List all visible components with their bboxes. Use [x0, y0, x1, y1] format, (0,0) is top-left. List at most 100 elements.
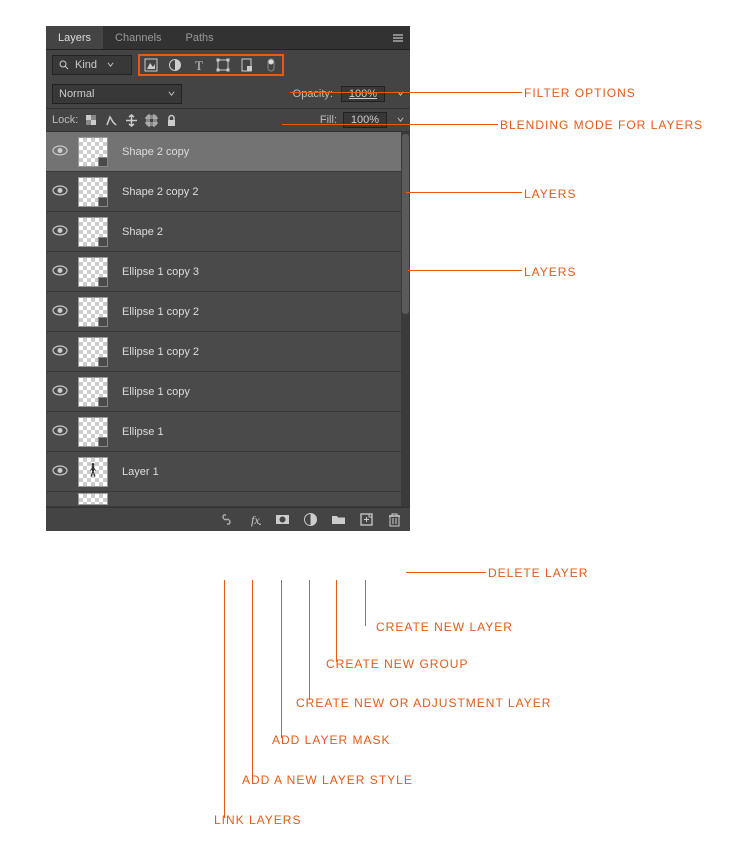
new-layer-icon[interactable] — [358, 512, 374, 528]
shape-badge-icon — [98, 397, 108, 407]
shape-badge-icon — [98, 277, 108, 287]
chevron-down-icon — [107, 59, 114, 71]
filter-kind-label: Kind — [75, 59, 97, 71]
link-layers-icon[interactable] — [218, 512, 234, 528]
adjustment-layer-icon[interactable] — [302, 512, 318, 528]
lock-artboard-icon[interactable] — [144, 113, 158, 127]
tab-channels[interactable]: Channels — [103, 26, 173, 49]
shape-badge-icon — [98, 437, 108, 447]
annotation-delete-layer: DELETE LAYER — [488, 566, 588, 580]
opacity-input[interactable]: 100% — [341, 86, 385, 102]
visibility-toggle[interactable] — [46, 185, 74, 199]
visibility-toggle[interactable] — [46, 345, 74, 359]
panel-menu-icon[interactable] — [386, 31, 410, 45]
eye-icon — [52, 225, 68, 239]
layer-row[interactable]: Ellipse 1 copy 3 — [46, 252, 410, 292]
filter-shape-icon[interactable] — [216, 58, 230, 72]
layer-thumbnail[interactable] — [78, 177, 108, 207]
filter-smartobject-icon[interactable] — [240, 58, 254, 72]
eye-icon — [52, 145, 68, 159]
visibility-toggle[interactable] — [46, 265, 74, 279]
scrollbar-thumb[interactable] — [402, 134, 409, 314]
filter-adjustment-icon[interactable] — [168, 58, 182, 72]
layer-name[interactable]: Layer 1 — [122, 466, 159, 478]
eye-icon — [52, 265, 68, 279]
lock-pixels-icon[interactable] — [104, 113, 118, 127]
layer-thumbnail[interactable] — [78, 257, 108, 287]
layer-thumbnail[interactable] — [78, 297, 108, 327]
svg-text:fx: fx — [251, 513, 260, 527]
layer-mask-icon[interactable] — [274, 512, 290, 528]
visibility-toggle[interactable] — [46, 225, 74, 239]
blend-mode-value: Normal — [59, 88, 94, 100]
annotation-link-layers: LINK LAYERS — [214, 813, 301, 827]
layer-name[interactable]: Shape 2 — [122, 226, 163, 238]
layer-row[interactable]: Shape 2 — [46, 212, 410, 252]
layer-name[interactable]: Ellipse 1 copy — [122, 386, 190, 398]
chevron-down-icon[interactable] — [397, 88, 404, 100]
annotation-filter-options: FILTER OPTIONS — [524, 86, 636, 100]
layer-row[interactable]: Ellipse 1 — [46, 412, 410, 452]
annotation-layers-1: LAYERS — [524, 187, 576, 201]
scrollbar-track[interactable] — [401, 132, 410, 507]
layer-thumbnail[interactable] — [78, 377, 108, 407]
eye-icon — [52, 465, 68, 479]
annotation-create-new-layer: CREATE NEW LAYER — [376, 620, 513, 634]
shape-badge-icon — [98, 357, 108, 367]
tab-layers[interactable]: Layers — [46, 26, 103, 49]
filter-kind-dropdown[interactable]: Kind — [52, 55, 132, 75]
visibility-toggle[interactable] — [46, 465, 74, 479]
filter-type-icon[interactable]: T — [192, 58, 206, 72]
eye-icon — [52, 425, 68, 439]
fill-input[interactable]: 100% — [343, 112, 387, 128]
opacity-label: Opacity: — [293, 88, 333, 100]
annotation-create-new-group: CREATE NEW GROUP — [326, 657, 468, 671]
layer-row[interactable]: Shape 2 copy 2 — [46, 172, 410, 212]
layers-panel: Layers Channels Paths Kind T Normal Opac… — [46, 26, 410, 531]
layer-row[interactable]: Layer 1 — [46, 452, 410, 492]
filter-row: Kind T — [46, 50, 410, 80]
layer-row[interactable]: Ellipse 1 copy 2 — [46, 332, 410, 372]
lock-transparency-icon[interactable] — [84, 113, 98, 127]
layer-row[interactable]: Ellipse 1 copy — [46, 372, 410, 412]
layer-thumbnail[interactable] — [78, 217, 108, 247]
visibility-toggle[interactable] — [46, 425, 74, 439]
layer-row[interactable]: Ellipse 1 copy 2 — [46, 292, 410, 332]
annotation-adjustment-layer: CREATE NEW OR ADJUSTMENT LAYER — [296, 696, 551, 710]
visibility-toggle[interactable] — [46, 385, 74, 399]
new-group-icon[interactable] — [330, 512, 346, 528]
eye-icon — [52, 385, 68, 399]
annotation-layers-2: LAYERS — [524, 265, 576, 279]
annotation-blending-mode: BLENDING MODE FOR LAYERS — [500, 118, 703, 132]
lock-position-icon[interactable] — [124, 113, 138, 127]
layer-name[interactable]: Ellipse 1 copy 3 — [122, 266, 199, 278]
eye-icon — [52, 305, 68, 319]
layer-name[interactable]: Shape 2 copy 2 — [122, 186, 198, 198]
layer-name[interactable]: Ellipse 1 copy 2 — [122, 306, 199, 318]
panel-tabs: Layers Channels Paths — [46, 26, 410, 50]
visibility-toggle[interactable] — [46, 145, 74, 159]
filter-toggle-icon[interactable] — [264, 58, 278, 72]
layer-name[interactable]: Ellipse 1 — [122, 426, 164, 438]
lock-all-icon[interactable] — [164, 113, 178, 127]
layer-name[interactable]: Ellipse 1 copy 2 — [122, 346, 199, 358]
annotation-add-layer-mask: ADD LAYER MASK — [272, 733, 390, 747]
blend-opacity-row: Normal Opacity: 100% — [46, 80, 410, 108]
tab-paths[interactable]: Paths — [174, 26, 226, 49]
layers-list: Shape 2 copy Shape 2 copy 2 Shape 2 Ellipse… — [46, 132, 410, 507]
layer-thumbnail[interactable] — [78, 457, 108, 487]
delete-layer-icon[interactable] — [386, 512, 402, 528]
layer-thumbnail[interactable] — [78, 337, 108, 367]
layer-thumbnail[interactable] — [78, 137, 108, 167]
layer-thumbnail[interactable] — [78, 417, 108, 447]
visibility-toggle[interactable] — [46, 305, 74, 319]
layer-row[interactable]: Shape 2 copy — [46, 132, 410, 172]
layer-style-icon[interactable]: fx — [246, 512, 262, 528]
blend-mode-dropdown[interactable]: Normal — [52, 84, 182, 104]
bottom-toolbar: fx — [46, 507, 410, 531]
svg-text:T: T — [195, 58, 203, 72]
chevron-down-icon — [168, 88, 175, 100]
layer-name[interactable]: Shape 2 copy — [122, 146, 189, 158]
filter-pixel-icon[interactable] — [144, 58, 158, 72]
shape-badge-icon — [98, 157, 108, 167]
